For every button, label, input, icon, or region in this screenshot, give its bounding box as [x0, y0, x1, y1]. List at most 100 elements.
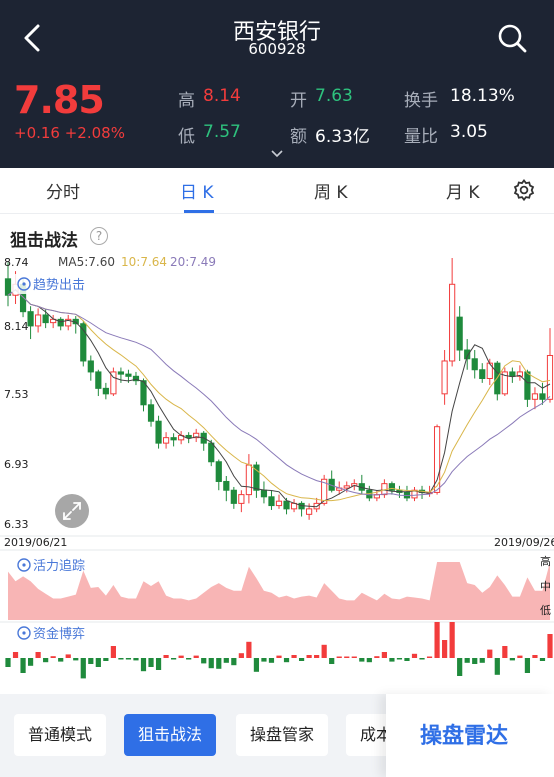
- capital-bar: [359, 658, 365, 662]
- candle-body: [230, 489, 237, 504]
- radar-button[interactable]: 操盘雷达: [386, 694, 554, 777]
- capital-bar: [321, 644, 327, 658]
- kline-chart[interactable]: 8.74 8.14 7.53 6.93 6.33 MA5:7.60 10:7.6…: [0, 252, 554, 692]
- candle-body: [35, 314, 42, 327]
- candle-body: [162, 437, 170, 444]
- candle-body: [531, 393, 539, 400]
- stock-code: 600928: [248, 40, 306, 58]
- capital-bar: [193, 655, 199, 658]
- strategy-title: 狙击战法: [10, 231, 78, 251]
- mode-sniper-button[interactable]: 狙击战法: [124, 714, 217, 756]
- candle-body: [223, 480, 230, 491]
- capital-bar: [178, 655, 184, 658]
- capital-bar: [494, 658, 500, 675]
- capital-bar: [88, 658, 94, 664]
- candle-body: [208, 442, 215, 463]
- capital-bar: [73, 658, 79, 661]
- candle-body: [449, 283, 456, 362]
- candle-body: [238, 494, 245, 504]
- capital-bar: [532, 655, 538, 658]
- capital-bar: [201, 658, 207, 664]
- activity-level-low: 低: [540, 604, 551, 617]
- candle-body: [27, 311, 34, 327]
- capital-bar: [238, 653, 244, 658]
- capital-bar: [118, 658, 124, 660]
- help-icon[interactable]: ?: [90, 227, 108, 245]
- capital-bar: [268, 658, 275, 663]
- capital-bar: [186, 658, 192, 660]
- gear-icon[interactable]: [512, 178, 536, 202]
- candle-body: [185, 434, 192, 439]
- y-tick-label: 8.14: [4, 320, 29, 333]
- candle-body: [260, 489, 268, 498]
- candle-body: [42, 314, 49, 324]
- candle-body: [283, 500, 290, 510]
- capital-bar: [43, 658, 49, 663]
- candle-body: [4, 278, 12, 296]
- stat-value-volume-ratio: 3.05: [450, 122, 488, 142]
- stat-value-high: 8.14: [203, 86, 241, 106]
- stat-value-open: 7.63: [315, 86, 353, 106]
- candle-body: [147, 404, 155, 422]
- activity-level-mid: 中: [540, 580, 551, 593]
- current-price: 7.85: [14, 78, 105, 122]
- trend-signal-tag[interactable]: 趋势出击: [12, 274, 98, 294]
- stat-label-high: 高: [178, 91, 195, 111]
- stat-label-turnover: 换手: [404, 91, 438, 111]
- capital-bar: [20, 658, 26, 673]
- candle-body: [471, 358, 478, 371]
- date-start: 2019/06/21: [4, 536, 67, 549]
- ma20-legend: 20:7.49: [170, 255, 216, 269]
- candle-body: [546, 354, 554, 400]
- candle-body: [170, 437, 177, 441]
- mode-manager-button[interactable]: 操盘管家: [236, 714, 329, 756]
- candle-body: [539, 393, 546, 400]
- stat-label-low: 低: [178, 127, 195, 147]
- capital-bar: [12, 652, 19, 658]
- capital-bar: [35, 652, 41, 658]
- capital-bar: [336, 656, 342, 658]
- capital-bar: [344, 656, 350, 658]
- capital-bar: [374, 656, 380, 658]
- capital-bar: [50, 656, 56, 658]
- capital-bar: [449, 622, 455, 658]
- capital-bar: [58, 658, 64, 662]
- capital-bar: [163, 655, 169, 658]
- candle-body: [117, 371, 125, 375]
- capital-bar: [381, 652, 387, 658]
- expand-arrows-icon: [63, 502, 81, 520]
- capital-bar: [306, 655, 312, 658]
- candle-body: [215, 461, 222, 482]
- tab-monthly-k[interactable]: 月 K: [446, 178, 480, 203]
- tab-minute[interactable]: 分时: [46, 178, 80, 203]
- capital-bar: [125, 658, 132, 660]
- tab-daily-k[interactable]: 日 K: [180, 178, 214, 203]
- tab-weekly-k[interactable]: 周 K: [314, 178, 348, 203]
- activity-label: 活力追踪: [33, 558, 85, 574]
- capital-bar: [261, 658, 267, 662]
- y-tick-label: 6.33: [4, 518, 29, 531]
- fullscreen-button[interactable]: [55, 494, 89, 528]
- trend-signal-label: 趋势出击: [33, 277, 85, 293]
- active-tab-indicator: [184, 210, 214, 213]
- y-tick-label: 7.53: [4, 388, 29, 401]
- capital-bar: [517, 655, 523, 658]
- capital-bar: [396, 658, 403, 660]
- chevron-down-icon[interactable]: [270, 149, 284, 159]
- capital-bar: [283, 658, 290, 663]
- capital-bar: [389, 658, 395, 662]
- capital-bar: [547, 634, 553, 658]
- capital-bar: [246, 641, 252, 658]
- capital-bar: [140, 658, 147, 672]
- period-tabs: 分时 日 K 周 K 月 K: [0, 168, 554, 214]
- mode-normal-button[interactable]: 普通模式: [14, 714, 107, 756]
- candle-body: [87, 360, 94, 373]
- search-icon[interactable]: [496, 22, 528, 54]
- capital-bar: [539, 658, 546, 661]
- radar-label: 操盘雷达: [420, 724, 509, 749]
- capital-bar: [351, 656, 357, 658]
- capital-bar: [216, 658, 222, 669]
- candle-body: [388, 483, 396, 491]
- candle-body: [245, 464, 252, 496]
- capital-bar: [171, 658, 177, 660]
